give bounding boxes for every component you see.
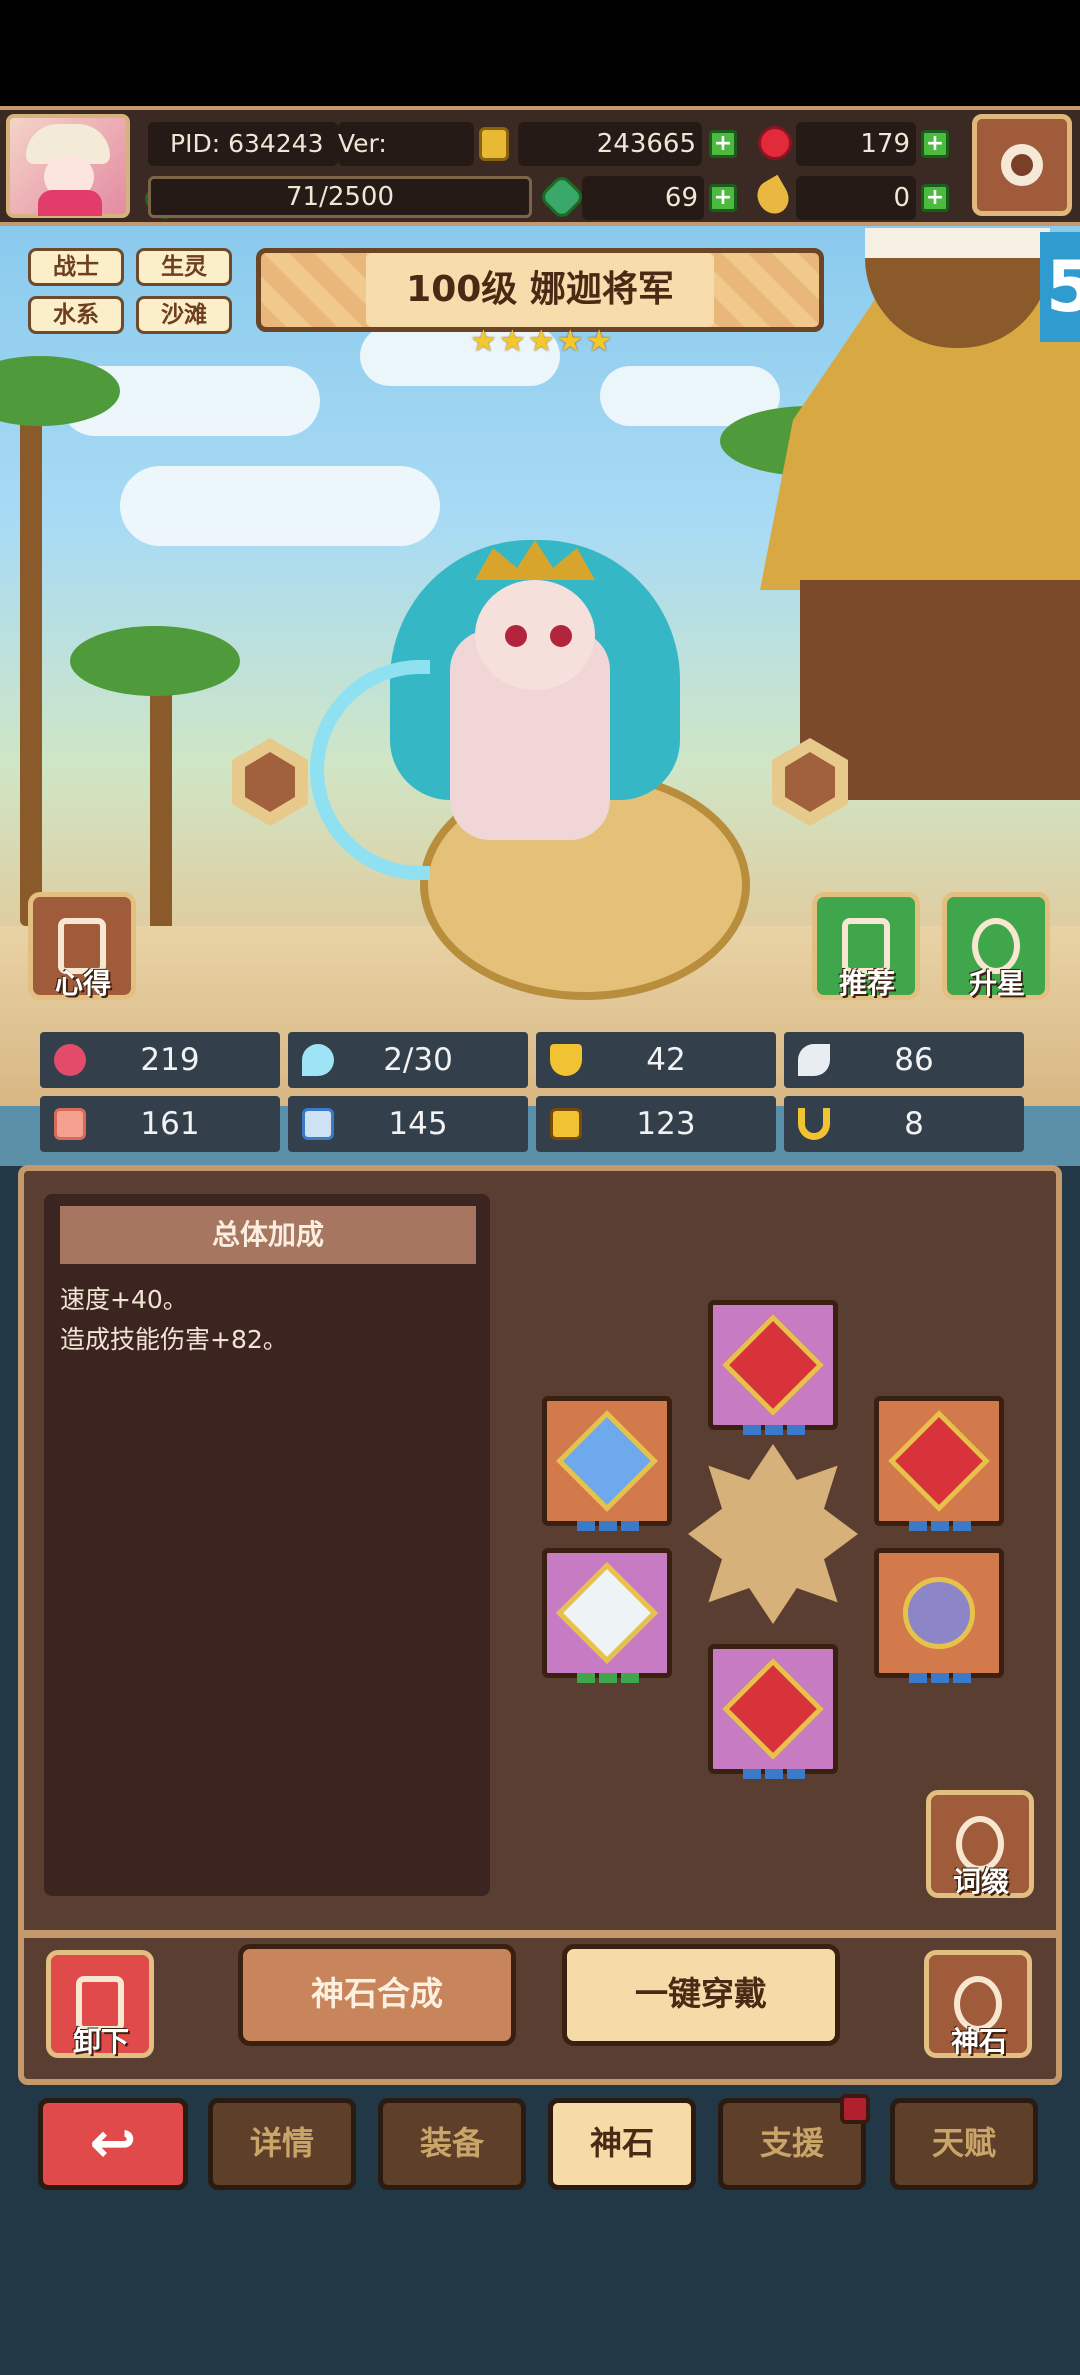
hero-tag: 沙滩 [136,296,232,334]
recommend-label: 推荐 [838,967,895,1000]
gear-icon [1001,144,1043,186]
palm-tree [20,366,42,926]
star-icon: ★ [556,324,584,359]
insight-label: 心得 [54,967,111,1000]
gem-slot[interactable] [708,1644,838,1779]
tab-godstone[interactable]: 神石 [548,2098,696,2190]
hero-star-rating: ★ ★ ★ ★ ★ [470,324,613,360]
back-arrow-icon: ↩ [89,2111,137,2176]
hero-tag: 生灵 [136,248,232,286]
tab-talent[interactable]: 天赋 [890,2098,1038,2190]
stat-attack: 161 [40,1096,280,1152]
stat-speed: 86 [784,1032,1024,1088]
hero-eye [550,625,572,647]
equip-all-button[interactable]: 一键穿戴 [562,1944,840,2046]
hero-face [475,580,595,690]
game-version: Ver: 1.1.2.6 [338,122,474,202]
add-gold-button[interactable]: + [709,130,737,158]
wing-icon [798,1044,830,1076]
fist-icon [54,1108,86,1140]
star-icon: ★ [527,324,555,359]
horseshoe-icon [798,1108,830,1140]
stat-magic: 145 [288,1096,528,1152]
palm-leaves [70,626,240,696]
scroll-icon [550,1108,582,1140]
water-drop-icon [302,1044,334,1076]
red-gem-slot-icon [888,1410,990,1512]
hero-stats-grid: 219 2/30 42 86 161 145 123 8 [40,1030,1040,1160]
gold-amount: 243665 [518,122,702,166]
game-screen: 5 PID: 634243 Ver: 1.1.2.6 243665 + 179 … [0,0,1080,2375]
bonus-title: 总体加成 [60,1206,476,1264]
hero-tag: 战士 [28,248,124,286]
clover-amount: 69 [582,176,704,220]
gold-coin-icon [479,127,509,161]
gem-slot[interactable] [874,1396,1004,1531]
bonus-line: 造成技能伤害+82。 [60,1325,288,1354]
gem-core [688,1444,858,1624]
settings-gear-button[interactable] [972,114,1072,216]
panel-divider [18,1930,1062,1938]
hero-character[interactable] [300,520,800,1020]
shield-icon [550,1044,582,1076]
bonus-line: 速度+40。 [60,1285,188,1314]
godstone-label: 神石 [950,2025,1007,2058]
red-gem-slot-icon [722,1658,824,1760]
white-gem-slot-icon [556,1562,658,1664]
tab-equipment[interactable]: 装备 [378,2098,526,2190]
red-gem-icon [758,126,792,160]
shop-sign-fragment: 5 [1040,232,1080,342]
star-icon: ★ [585,324,613,359]
player-id: PID: 634243 [148,122,338,166]
unequip-label: 卸下 [72,2025,129,2058]
hero-title-banner: 100级 娜迦将军 [256,248,824,332]
blue-gem-slot-icon [556,1410,658,1512]
add-red-gem-button[interactable]: + [921,130,949,158]
hero-tag: 水系 [28,296,124,334]
red-gem-slot-icon [722,1314,824,1416]
star-icon: ★ [498,324,526,359]
star-icon: ★ [470,324,497,359]
synthesize-button[interactable]: 神石合成 [238,1944,516,2046]
affix-label: 词缀 [952,1865,1009,1898]
back-button[interactable]: ↩ [38,2098,188,2190]
fish-amount: 0 [796,176,916,220]
stat-mana: 2/30 [288,1032,528,1088]
star-up-label: 升星 [968,967,1025,1000]
stat-resist: 123 [536,1096,776,1152]
gem-slot[interactable] [542,1396,672,1531]
red-gem-amount: 179 [796,122,916,166]
gem-slot[interactable] [874,1548,1004,1683]
player-avatar[interactable] [6,114,130,218]
gem-slot[interactable] [542,1548,672,1683]
hero-title: 100级 娜迦将军 [366,253,714,327]
add-fish-button[interactable]: + [921,184,949,212]
hero-bow [310,660,430,880]
stat-hp: 219 [40,1032,280,1088]
book-icon [302,1108,334,1140]
notification-badge [840,2094,870,2124]
purple-gem-slot-icon [888,1562,990,1664]
stat-defense: 42 [536,1032,776,1088]
heart-icon [54,1044,86,1076]
stamina-value: 71/2500 [285,182,394,212]
status-bar-area [0,0,1080,106]
stat-luck: 8 [784,1096,1024,1152]
hero-eye [505,625,527,647]
add-clover-button[interactable]: + [709,184,737,212]
palm-tree [150,666,172,966]
tab-details[interactable]: 详情 [208,2098,356,2190]
stamina-bar: 71/2500 [148,176,532,218]
gem-slot[interactable] [708,1300,838,1435]
